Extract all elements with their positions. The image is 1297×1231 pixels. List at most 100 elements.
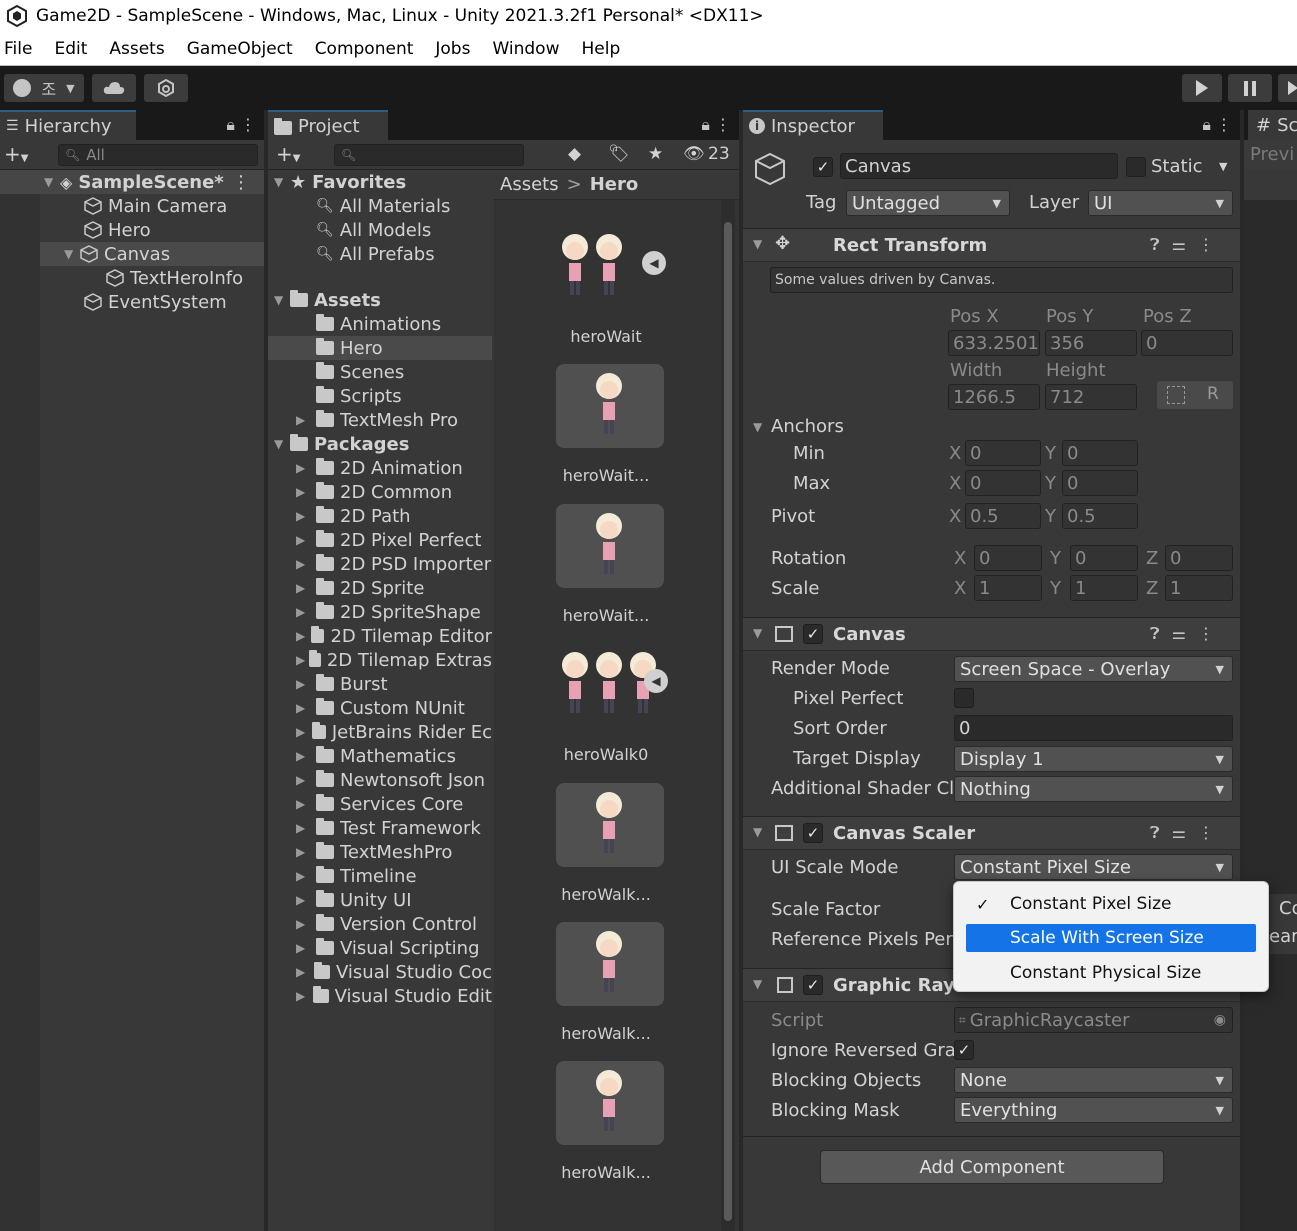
tree-package[interactable]: ▶ 2D PSD Importer bbox=[296, 552, 492, 576]
more-icon[interactable]: ⋮ bbox=[715, 115, 731, 134]
hierarchy-item-canvas[interactable]: ▼ Canvas bbox=[40, 242, 264, 266]
raw-edit-button[interactable]: R bbox=[1207, 384, 1219, 404]
expand-arrow-icon[interactable]: ▶ bbox=[296, 965, 314, 979]
tag-icon[interactable]: 🏷︎ bbox=[608, 144, 630, 164]
tree-package[interactable]: ▶ Mathematics bbox=[296, 744, 492, 768]
expand-arrow-icon[interactable]: ▶ bbox=[296, 701, 316, 715]
pos-y-field[interactable]: 356 bbox=[1045, 330, 1137, 356]
canvas-scaler-header[interactable]: ▼ ✓ Canvas Scaler ❓︎⚌⋮ bbox=[743, 816, 1240, 850]
grid-scrollbar[interactable] bbox=[721, 200, 735, 1231]
tree-package[interactable]: ▶ 2D Path bbox=[296, 504, 492, 528]
canvas-component-header[interactable]: ▼ ✓ Canvas ❓︎⚌⋮ bbox=[743, 617, 1240, 651]
more-icon[interactable]: ⋮ bbox=[1198, 235, 1226, 254]
expand-arrow-icon[interactable]: ▼ bbox=[44, 175, 60, 189]
height-field[interactable]: 712 bbox=[1045, 384, 1137, 410]
preset-icon[interactable]: ⚌ bbox=[1172, 235, 1198, 254]
width-field[interactable]: 1266.5 bbox=[948, 384, 1040, 410]
preset-icon[interactable]: ⚌ bbox=[1172, 823, 1198, 842]
scale-y-field[interactable]: 1 bbox=[1070, 575, 1138, 601]
expand-arrow-icon[interactable]: ▶ bbox=[296, 893, 316, 907]
expand-arrow-icon[interactable]: ▼ bbox=[274, 437, 290, 451]
tree-favorite-item[interactable]: 🔍︎ All Models bbox=[316, 218, 431, 242]
add-icon[interactable]: +▼ bbox=[276, 142, 300, 166]
active-checkbox[interactable]: ✓ bbox=[813, 157, 833, 177]
grid-scrollbar-thumb[interactable] bbox=[724, 222, 732, 1221]
expand-arrow-icon[interactable]: ▶ bbox=[296, 629, 311, 643]
help-icon[interactable]: ❓︎ bbox=[1150, 823, 1172, 842]
object-name-field[interactable]: Canvas bbox=[840, 153, 1118, 179]
tree-package[interactable]: ▶ 2D Tilemap Extras bbox=[296, 648, 492, 672]
expand-arrow-icon[interactable]: ▶ bbox=[296, 797, 316, 811]
menu-assets[interactable]: Assets bbox=[109, 39, 164, 59]
expand-arrow-icon[interactable]: ▶ bbox=[296, 653, 309, 667]
tree-package[interactable]: ▶ Version Control bbox=[296, 912, 492, 936]
pivot-x-field[interactable]: 0.5 bbox=[965, 503, 1041, 529]
filter-type-icon[interactable]: ◆ bbox=[568, 144, 581, 164]
breadcrumb-hero[interactable]: Hero bbox=[590, 174, 639, 195]
play-button[interactable] bbox=[1182, 74, 1222, 102]
pivot-y-field[interactable]: 0.5 bbox=[1062, 503, 1138, 529]
tree-packages[interactable]: ▼ Packages bbox=[274, 432, 409, 456]
tree-package[interactable]: ▶ Timeline bbox=[296, 864, 492, 888]
tree-package[interactable]: ▶ Newtonsoft Json bbox=[296, 768, 492, 792]
scene-view[interactable] bbox=[1244, 200, 1297, 1231]
ui-scale-mode-dropdown[interactable]: Constant Pixel Size bbox=[954, 854, 1233, 880]
expand-arrow-icon[interactable]: ▶ bbox=[296, 677, 316, 691]
tree-favorite-item[interactable]: 🔍︎ All Prefabs bbox=[316, 242, 435, 266]
scale-x-field[interactable]: 1 bbox=[974, 575, 1042, 601]
blocking-objects-dropdown[interactable]: None bbox=[954, 1067, 1233, 1093]
tree-folder[interactable]: Scenes bbox=[316, 360, 404, 384]
blocking-mask-dropdown[interactable]: Everything bbox=[954, 1097, 1233, 1123]
rotation-x-field[interactable]: 0 bbox=[974, 545, 1042, 571]
expand-arrow-icon[interactable]: ▶ bbox=[296, 605, 316, 619]
pixel-perfect-checkbox[interactable] bbox=[954, 688, 974, 708]
expand-arrow-icon[interactable]: ▶ bbox=[296, 845, 316, 859]
hierarchy-item-samplescene[interactable]: ▼ ◈ SampleScene* ⋮ bbox=[0, 170, 264, 194]
menu-jobs[interactable]: Jobs bbox=[435, 39, 470, 59]
lock-icon[interactable]: 🔒︎ bbox=[226, 115, 235, 134]
tree-package[interactable]: ▶ 2D Common bbox=[296, 480, 492, 504]
tab-scene[interactable]: # Sc bbox=[1248, 110, 1297, 140]
tree-package[interactable]: ▶ Burst bbox=[296, 672, 492, 696]
breadcrumb-assets[interactable]: Assets bbox=[500, 174, 559, 195]
anchor-max-y-field[interactable]: 0 bbox=[1062, 470, 1138, 496]
sort-order-field[interactable]: 0 bbox=[954, 715, 1233, 741]
expand-sprite-icon[interactable]: ◀ bbox=[642, 251, 666, 275]
hierarchy-item-eventsystem[interactable]: EventSystem bbox=[84, 290, 227, 314]
render-mode-dropdown[interactable]: Screen Space - Overlay bbox=[954, 656, 1233, 682]
anchor-max-x-field[interactable]: 0 bbox=[965, 470, 1041, 496]
expand-arrow-icon[interactable]: ▶ bbox=[296, 989, 313, 1003]
hierarchy-item-textheroinfo[interactable]: TextHeroInfo bbox=[106, 266, 243, 290]
help-icon[interactable]: ❓︎ bbox=[1150, 624, 1172, 643]
more-icon[interactable]: ⋮ bbox=[1216, 115, 1232, 134]
expand-arrow-icon[interactable]: ▼ bbox=[753, 977, 762, 991]
menu-help[interactable]: Help bbox=[581, 39, 620, 59]
tree-package[interactable]: ▶ TextMeshPro bbox=[296, 840, 492, 864]
expand-arrow-icon[interactable]: ▶ bbox=[296, 773, 316, 787]
tree-package[interactable]: ▶ Custom NUnit bbox=[296, 696, 492, 720]
object-picker-icon[interactable]: ◉ bbox=[1214, 1012, 1226, 1028]
tree-package[interactable]: ▶ Unity UI bbox=[296, 888, 492, 912]
preset-icon[interactable]: ⚌ bbox=[1172, 624, 1198, 643]
static-checkbox[interactable] bbox=[1126, 157, 1146, 177]
lock-icon[interactable]: 🔒︎ bbox=[701, 115, 710, 134]
add-icon[interactable]: +▼ bbox=[4, 142, 28, 166]
pause-button[interactable] bbox=[1228, 74, 1272, 102]
rect-transform-header[interactable]: ▼ ✥ Rect Transform ❓︎⚌⋮ bbox=[743, 228, 1240, 262]
tab-project[interactable]: Project bbox=[268, 110, 388, 140]
expand-arrow-icon[interactable]: ▶ bbox=[296, 749, 316, 763]
shader-channels-dropdown[interactable]: Nothing bbox=[954, 776, 1233, 802]
tree-package[interactable]: ▶ Visual Studio Coc bbox=[296, 960, 492, 984]
expand-arrow-icon[interactable]: ▶ bbox=[296, 941, 316, 955]
tab-hierarchy[interactable]: ☰ Hierarchy bbox=[0, 110, 136, 140]
anchor-min-x-field[interactable]: 0 bbox=[965, 440, 1041, 466]
collab-button[interactable] bbox=[144, 74, 188, 102]
expand-arrow-icon[interactable]: ▼ bbox=[753, 420, 762, 434]
expand-arrow-icon[interactable]: ▼ bbox=[274, 293, 290, 307]
tree-favorites[interactable]: ▼ ★ Favorites bbox=[274, 170, 406, 194]
expand-arrow-icon[interactable]: ▶ bbox=[296, 461, 316, 475]
pos-z-field[interactable]: 0 bbox=[1141, 330, 1233, 356]
tree-package[interactable]: ▶ 2D SpriteShape bbox=[296, 600, 492, 624]
tree-package[interactable]: ▶ 2D Pixel Perfect bbox=[296, 528, 492, 552]
expand-arrow-icon[interactable]: ▶ bbox=[296, 509, 316, 523]
